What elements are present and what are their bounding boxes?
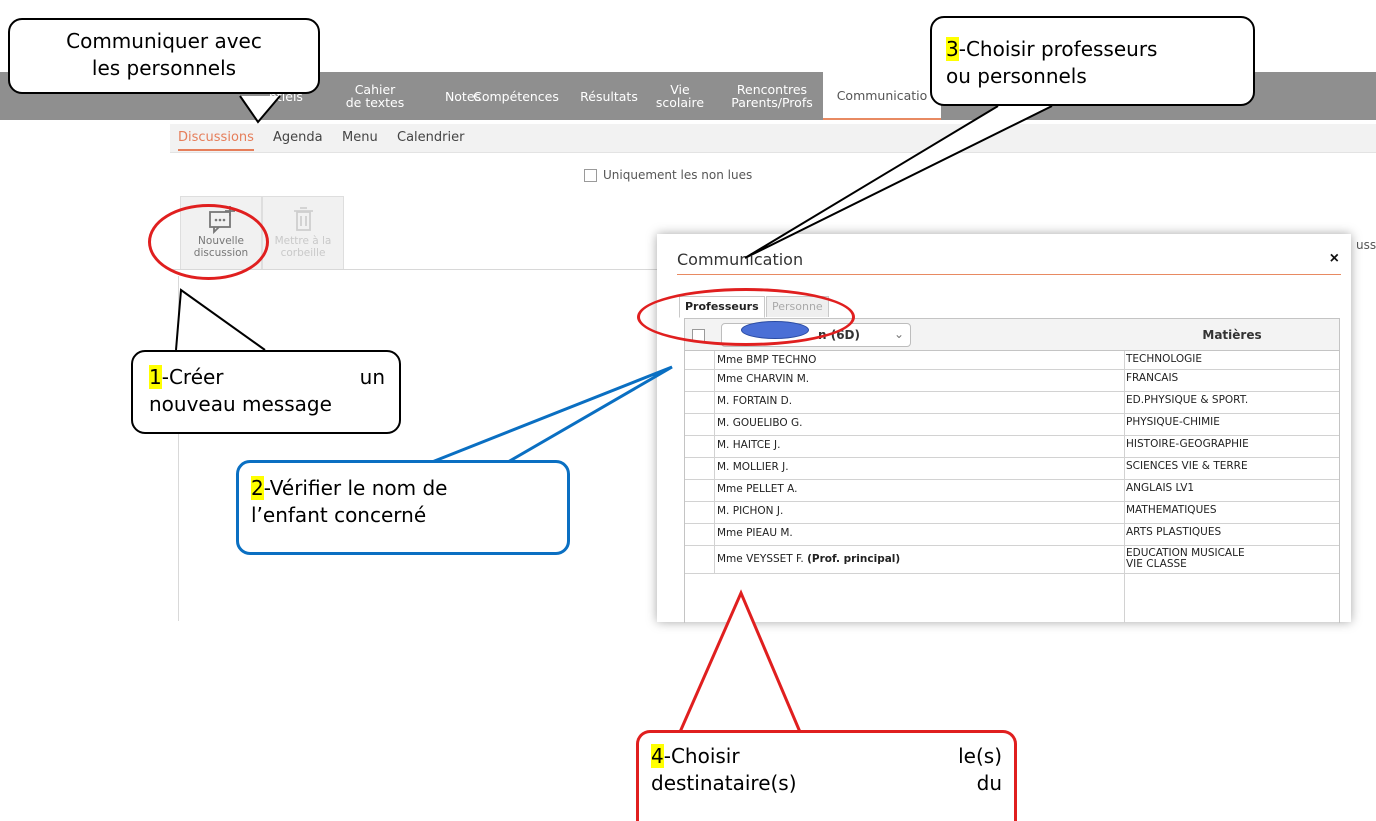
callout-tail — [239, 95, 281, 124]
highlight-ring-tabs — [637, 288, 855, 346]
callout-text: du — [976, 771, 1002, 795]
callout-line: les personnels — [91, 56, 237, 80]
callout-step4: 4-Choisir le(s) destinataire(s) du — [636, 730, 1017, 821]
step-number: 1 — [149, 365, 162, 389]
callout-text: -Choisir — [663, 744, 740, 768]
callout-text: -Choisir professeurs — [958, 37, 1158, 61]
callout-line: ou personnels — [946, 64, 1087, 88]
step-number: 2 — [251, 476, 264, 500]
callout-line: nouveau message — [149, 392, 332, 416]
callout-text: un — [359, 365, 385, 389]
callout-line: 1-Créer un — [149, 364, 385, 391]
callout-line: destinataire(s) du — [651, 770, 1002, 797]
callout-tail — [678, 589, 802, 733]
highlight-ring-new-discussion — [148, 204, 269, 280]
callout-text: -Créer — [161, 365, 224, 389]
callout-line: 3-Choisir professeurs — [946, 36, 1239, 63]
callout-communiquer: Communiquer avec les personnels — [8, 18, 320, 94]
callout-text: -Vérifier le nom de — [263, 476, 448, 500]
callout-text: destinataire(s) — [651, 771, 797, 795]
callout-tail — [744, 105, 1053, 259]
callout-line: 4-Choisir le(s) — [651, 743, 1002, 770]
callout-tail — [175, 288, 266, 351]
callout-tail — [431, 365, 673, 464]
callout-step1: 1-Créer un nouveau message — [131, 350, 401, 434]
callout-step2: 2-Vérifier le nom de l’enfant concerné — [236, 460, 570, 555]
step-number: 4 — [651, 744, 664, 768]
callout-line: l’enfant concerné — [251, 503, 427, 527]
callout-step3: 3-Choisir professeurs ou personnels — [930, 16, 1255, 106]
step-number: 3 — [946, 37, 959, 61]
callout-line: Communiquer avec — [66, 29, 262, 53]
callout-line: 2-Vérifier le nom de — [251, 475, 557, 502]
callout-text: le(s) — [958, 744, 1002, 768]
